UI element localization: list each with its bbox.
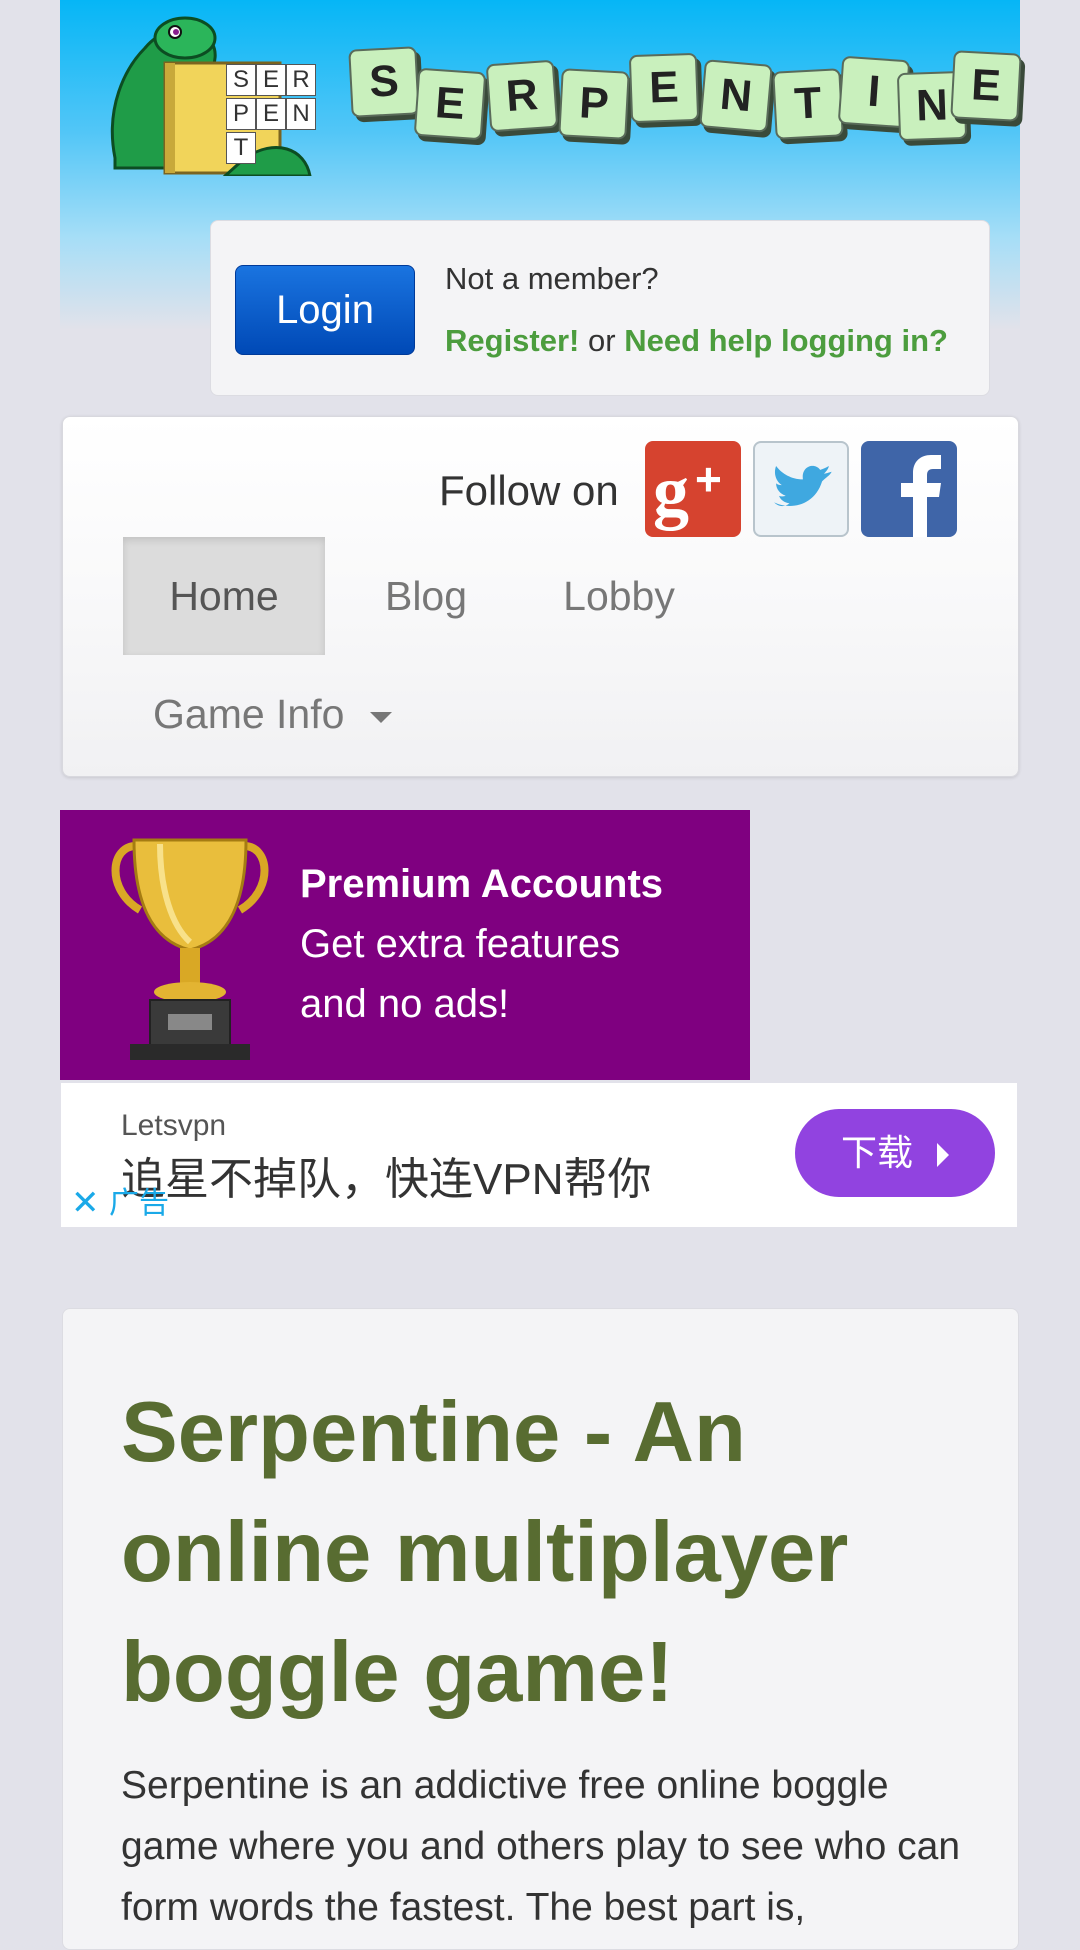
nav-blog[interactable]: Blog [351, 537, 501, 655]
svg-text:g: g [653, 451, 689, 531]
logo-tiles[interactable]: S E R P E N T I N E [292, 40, 1022, 150]
trophy-icon [111, 838, 269, 1060]
board-letter: E [256, 64, 286, 96]
main-content: Serpentine - An online multiplayer boggl… [62, 1308, 1019, 1950]
nav-home[interactable]: Home [123, 537, 325, 655]
logo-tile: S [348, 46, 420, 118]
logo-tile: E [628, 52, 700, 124]
board-letter: S [226, 64, 256, 96]
logo-tile: E [950, 50, 1022, 122]
board-letter: T [226, 132, 256, 164]
nav-game-info[interactable]: Game Info [123, 655, 443, 773]
board-letter: E [256, 98, 286, 130]
not-member-text: Not a member? [445, 261, 659, 296]
nav-panel: Follow on g + Home Blog Lobby Game Info [62, 416, 1019, 777]
close-icon[interactable]: ✕ [71, 1185, 100, 1221]
logo-tile: N [699, 59, 773, 133]
logo-tile: E [413, 67, 487, 141]
ad-download-button[interactable]: 下载 [795, 1109, 995, 1197]
login-button[interactable]: Login [235, 265, 415, 355]
register-link[interactable]: Register! [445, 323, 579, 358]
promo-line-1: Get extra features [300, 922, 621, 966]
intro-paragraph: Serpentine is an addictive free online b… [121, 1764, 961, 1929]
logo-tile: T [772, 68, 844, 140]
page-title: Serpentine - An online multiplayer boggl… [121, 1385, 849, 1720]
nav-game-info-label: Game Info [153, 691, 345, 737]
promo-line-2: and no ads! [300, 982, 510, 1026]
ad-download-label: 下载 [840, 1132, 913, 1173]
premium-banner[interactable]: Premium Accounts Get extra features and … [60, 810, 750, 1080]
google-plus-icon[interactable]: g + [645, 441, 741, 537]
nav-lobby[interactable]: Lobby [529, 537, 709, 655]
caret-right-icon [937, 1143, 950, 1168]
follow-label: Follow on [439, 467, 619, 514]
promo-title: Premium Accounts [300, 862, 664, 906]
twitter-icon[interactable] [753, 441, 849, 537]
ad-brand: Letsvpn [121, 1109, 227, 1142]
ad-banner[interactable]: Letsvpn 追星不掉队，快连VPN帮你 ✕ 广告 下载 [61, 1083, 1017, 1227]
or-text: or [588, 323, 616, 358]
svg-text:+: + [695, 453, 722, 505]
ad-text: 追星不掉队，快连VPN帮你 [121, 1155, 652, 1204]
ad-label: 广告 [109, 1187, 169, 1220]
register-line: Register! or Need help logging in? [445, 323, 948, 359]
board-letter: P [226, 98, 256, 130]
help-login-link[interactable]: Need help logging in? [624, 323, 948, 358]
logo-tile: R [485, 59, 559, 133]
caret-down-icon [369, 711, 392, 723]
facebook-icon[interactable] [861, 441, 957, 537]
logo-tile: P [558, 68, 630, 140]
login-panel: Login Not a member? Register! or Need he… [210, 220, 990, 396]
